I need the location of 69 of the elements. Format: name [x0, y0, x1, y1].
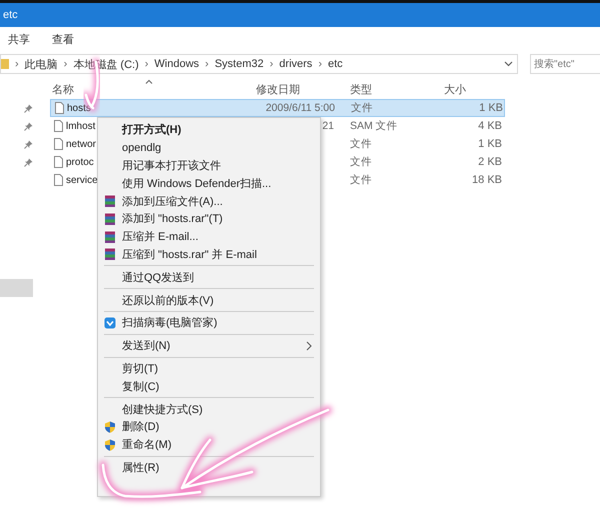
file-date: 21 [322, 120, 334, 132]
dropdown-icon [504, 61, 513, 67]
breadcrumb[interactable]: 此电脑 [24, 56, 58, 72]
menu-item[interactable]: 还原以前的版本(V) [98, 291, 320, 309]
menu-item[interactable]: 删除(D) [98, 418, 320, 436]
breadcrumb-separator: › [64, 58, 68, 70]
menu-item[interactable]: 扫描病毒(电脑管家) [98, 314, 320, 332]
file-type: 文件 [351, 102, 373, 114]
file-type: SAM 文件 [350, 120, 398, 132]
breadcrumb-separator: › [15, 58, 19, 70]
file-name[interactable]: service [66, 174, 98, 186]
menu-item[interactable]: 添加到压缩文件(A)... [98, 192, 320, 210]
archive-icon [104, 212, 116, 225]
file-type: 文件 [350, 138, 372, 150]
menu-item[interactable]: 用记事本打开该文件 [98, 156, 320, 174]
file-date: 2009/6/11 5:00 [266, 102, 335, 114]
menu-item[interactable]: 压缩到 "hosts.rar" 并 E-mail [98, 246, 320, 264]
ribbon-tab[interactable]: 共享 [8, 32, 30, 46]
file-icon [54, 174, 63, 186]
column-header[interactable]: 大小 [442, 82, 522, 96]
column-header[interactable]: 名称 [50, 82, 254, 96]
menu-item[interactable]: 通过QQ发送到 [98, 268, 320, 286]
file-name[interactable]: protoc [66, 156, 94, 168]
archive-icon [104, 195, 116, 208]
sort-caret-icon [145, 79, 153, 84]
file-name[interactable]: lmhost [66, 120, 96, 132]
folder-icon [1, 58, 9, 70]
file-size: 2 KB [478, 156, 502, 168]
file-icon [54, 138, 63, 150]
file-icon [54, 156, 63, 168]
file-name[interactable]: hosts [67, 102, 91, 114]
archive-icon [104, 230, 116, 243]
file-icon [55, 102, 64, 114]
file-size: 18 KB [472, 174, 502, 186]
menu-item[interactable]: 打开方式(H) [98, 121, 320, 139]
menu-item[interactable]: 复制(C) [98, 377, 320, 396]
breadcrumb-separator: › [205, 58, 209, 70]
menu-item[interactable]: 压缩并 E-mail... [98, 228, 320, 246]
selected-row[interactable]: hosts 2009/6/11 5:00 文件 1 KB [50, 99, 505, 117]
breadcrumb[interactable]: Windows [154, 58, 200, 70]
menu-item[interactable]: 剪切(T) [98, 360, 320, 378]
menu-item[interactable]: 使用 Windows Defender扫描... [98, 174, 320, 192]
selected-nav-item[interactable] [0, 279, 33, 297]
menu-item[interactable]: 发送到(N) [98, 336, 320, 355]
chevron-right-icon [306, 340, 312, 351]
breadcrumb[interactable]: drivers [279, 58, 312, 70]
file-icon [54, 120, 63, 132]
column-header[interactable]: 修改日期 [254, 82, 348, 96]
file-size: 4 KB [478, 120, 502, 132]
breadcrumb-separator: › [144, 58, 148, 70]
search-field[interactable]: 搜索"etc" [530, 54, 600, 74]
menu-item[interactable]: opendlg [98, 138, 320, 157]
window-title: etc [2, 9, 18, 21]
menu-item[interactable]: 创建快捷方式(S) [98, 400, 320, 418]
file-name[interactable]: networ [66, 138, 96, 150]
breadcrumb-separator: › [270, 58, 274, 70]
file-size: 1 KB [479, 102, 503, 114]
breadcrumb[interactable]: etc [328, 58, 343, 70]
menu-item[interactable]: 属性(R) [98, 458, 320, 476]
breadcrumb-separator: › [318, 58, 322, 70]
column-header[interactable]: 类型 [348, 82, 442, 96]
file-type: 文件 [350, 156, 372, 168]
archive-icon [104, 248, 116, 260]
ribbon-tab[interactable]: 查看 [52, 32, 74, 46]
file-size: 1 KB [478, 138, 502, 150]
file-type: 文件 [350, 174, 372, 186]
menu-item[interactable]: 添加到 "hosts.rar"(T) [98, 210, 320, 228]
menu-item[interactable]: 重命名(M) [98, 436, 320, 454]
breadcrumb[interactable]: System32 [214, 58, 264, 70]
